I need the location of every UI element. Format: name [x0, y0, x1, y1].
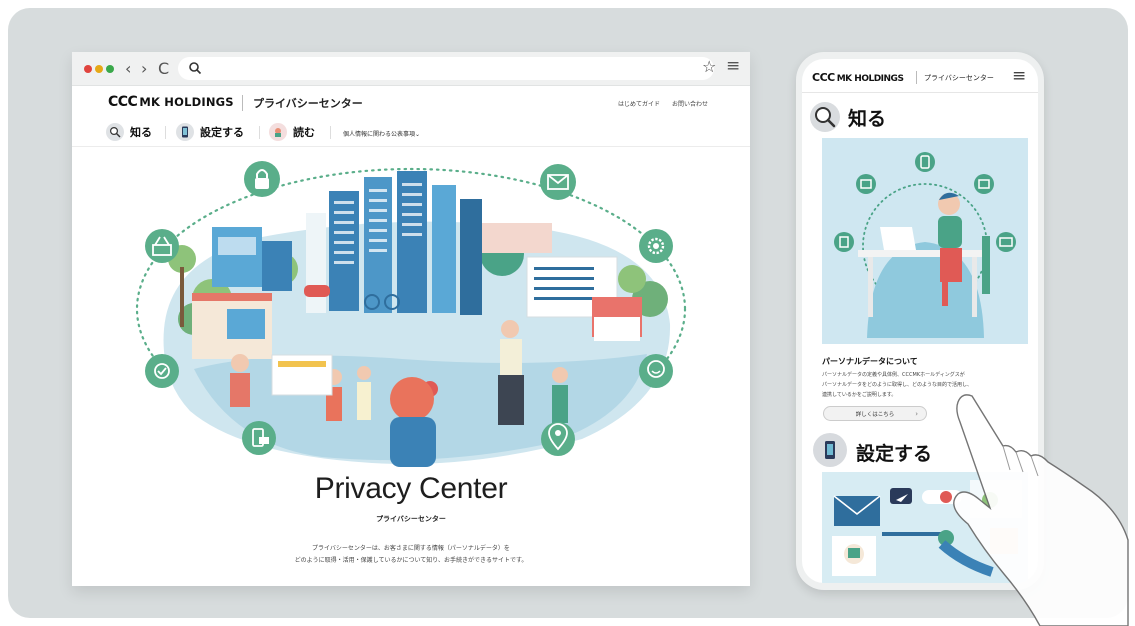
header-divider: [242, 95, 243, 111]
settings-illustration[interactable]: [822, 472, 1028, 583]
stage: ‹ › C ☆ ≡ CCC MK HOLDINGS プライバシーセンター はじめて…: [0, 0, 1135, 626]
nav-item-read[interactable]: 読む: [269, 121, 315, 143]
window-close-dot[interactable]: [84, 65, 92, 73]
face-icon: [639, 354, 673, 388]
phone-header-divider-line: [802, 92, 1038, 93]
phone-site-subtitle: プライバシーセンター: [924, 74, 994, 82]
nav-label-read: 読む: [293, 126, 315, 139]
nav-separator: [165, 126, 166, 139]
site-header: CCC MK HOLDINGS プライバシーセンター はじめてガイド お問い合わせ: [72, 87, 750, 117]
smartphone-device: CCC MK HOLDINGS プライバシーセンター ≡ 知る パーソナルデータ…: [796, 52, 1044, 590]
logo-mk-holdings: MK HOLDINGS: [139, 95, 234, 109]
guide-link[interactable]: はじめてガイド: [618, 99, 660, 108]
site-logo[interactable]: CCC MK HOLDINGS: [108, 94, 234, 110]
phone-settings-title: 設定する: [856, 443, 933, 465]
book-icon: [269, 123, 287, 141]
lock-icon: [244, 161, 280, 197]
phone-card-line: パーソナルデータの定義や具体例、CCCMKホールディングスが: [822, 372, 965, 378]
reload-icon[interactable]: C: [158, 59, 169, 78]
back-icon[interactable]: ‹: [125, 59, 131, 78]
browser-toolbar: ‹ › C ☆ ≡: [72, 52, 750, 86]
phone-card-title: パーソナルデータについて: [822, 357, 918, 366]
logo-ccc: CCC: [108, 94, 138, 110]
window-minimize-dot[interactable]: [95, 65, 103, 73]
nav-item-settings[interactable]: 設定する: [176, 121, 244, 143]
nav-label-know: 知る: [130, 126, 152, 139]
magnifier-icon: [810, 102, 840, 132]
forward-icon[interactable]: ›: [141, 59, 147, 78]
phone-header-divider: [916, 71, 917, 84]
chevron-right-icon: ›: [915, 410, 918, 418]
touch-check-icon: [145, 354, 179, 388]
phone-more-button[interactable]: 詳しくはこちら ›: [823, 406, 927, 421]
personal-data-illustration[interactable]: [822, 138, 1028, 344]
site-nav: 知る 設定する 読む 個人情報に関わる公表事項⌄: [72, 117, 750, 147]
hero-subtitle: プライバシーセンター: [376, 515, 446, 523]
phone-site-logo[interactable]: CCC MK HOLDINGS: [812, 71, 904, 84]
smartphone-icon: [813, 433, 847, 467]
phone-card-line: パーソナルデータをどのように取得し、どのような目的で活用し、: [822, 382, 973, 388]
address-bar[interactable]: [178, 57, 714, 80]
contact-link[interactable]: お問い合わせ: [672, 99, 708, 108]
location-pin-icon: [541, 422, 575, 456]
hero-title: Privacy Center: [314, 472, 508, 505]
phone-more-label: 詳しくはこちら: [855, 411, 895, 418]
smartphone-icon: [176, 123, 194, 141]
nav-label-settings: 設定する: [200, 126, 244, 139]
phone-logo-ccc: CCC: [812, 71, 835, 84]
search-icon: [189, 62, 202, 75]
phone-screen: CCC MK HOLDINGS プライバシーセンター ≡ 知る パーソナルデータ…: [802, 59, 1038, 583]
hero-illustration: [135, 161, 687, 467]
gear-icon: [639, 229, 673, 263]
site-subtitle: プライバシーセンター: [253, 97, 363, 110]
nav-item-know[interactable]: 知る: [106, 121, 152, 143]
phone-menu-icon[interactable]: ≡: [1012, 66, 1026, 86]
phone-card-icon: [242, 421, 276, 455]
phone-know-title: 知る: [848, 108, 887, 130]
nav-separator: [330, 126, 331, 139]
related-disclosures-dropdown[interactable]: 個人情報に関わる公表事項⌄: [343, 129, 420, 138]
hero-description-line2: どのように取得・活用・保護しているかについて知り、お手続きができるサイトです。: [294, 557, 528, 564]
phone-logo-mk-holdings: MK HOLDINGS: [836, 74, 904, 84]
mail-icon: [540, 164, 576, 200]
basket-icon: [145, 229, 179, 263]
window-maximize-dot[interactable]: [106, 65, 114, 73]
phone-card-line: 連携しているかをご説明します。: [822, 392, 897, 398]
browser-window: ‹ › C ☆ ≡ CCC MK HOLDINGS プライバシーセンター はじめて…: [72, 52, 750, 586]
hero-description-line1: プライバシーセンターは、お客さまに関する情報（パーソナルデータ）を: [312, 545, 510, 552]
magnifier-icon: [106, 123, 124, 141]
menu-icon[interactable]: ≡: [726, 56, 740, 76]
star-icon[interactable]: ☆: [702, 57, 716, 76]
nav-separator: [259, 126, 260, 139]
